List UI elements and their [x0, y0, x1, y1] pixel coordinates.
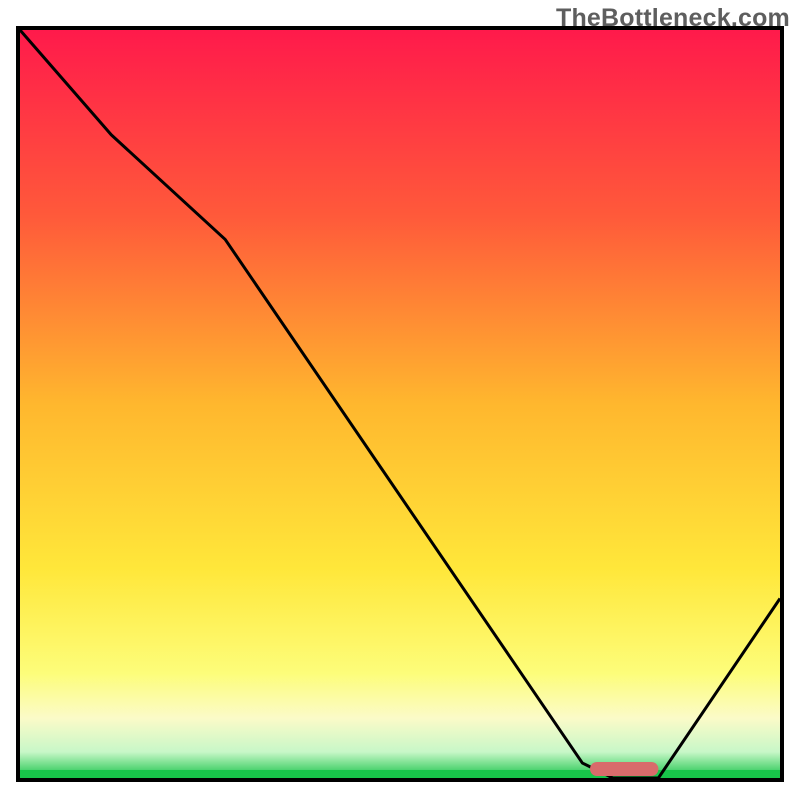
watermark-text: TheBottleneck.com — [556, 4, 790, 33]
bottleneck-chart — [0, 0, 800, 800]
baseline-strip — [20, 770, 780, 778]
gradient-background — [20, 30, 780, 778]
plot-area — [18, 28, 782, 780]
chart-stage: TheBottleneck.com — [0, 0, 800, 800]
optimal-range-marker — [590, 762, 658, 776]
